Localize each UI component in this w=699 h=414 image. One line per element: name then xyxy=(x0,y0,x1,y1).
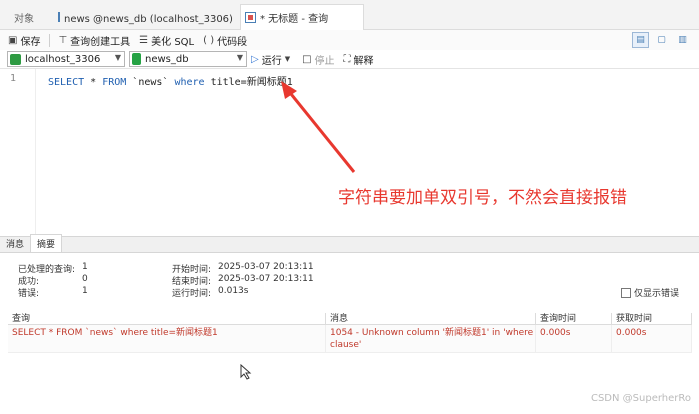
database-value: news_db xyxy=(145,53,189,65)
tab-objects-label: 对象 xyxy=(14,13,34,25)
annotation-arrow-shaft xyxy=(285,88,356,173)
database-select[interactable]: news_db ▼ xyxy=(129,51,247,67)
result-grid: 查询 消息 查询时间 获取时间 SELECT * FROM `news` whe… xyxy=(8,313,692,353)
column-header-query-time[interactable]: 查询时间 xyxy=(536,313,612,325)
grid-header: 查询 消息 查询时间 获取时间 xyxy=(8,313,692,325)
explain-icon: ⛶ xyxy=(343,53,351,65)
tab-news-table[interactable]: news @news_db (localhost_3306) - 表 xyxy=(58,4,236,30)
end-time-value: 2025-03-07 20:13:11 xyxy=(218,274,314,284)
stop-label: 停止 xyxy=(314,55,335,67)
stop-button[interactable]: □ 停止 xyxy=(302,52,334,67)
query-toolbar: ▣ 保存 ⊤ 查询创建工具 ☰ 美化 SQL ( ) 代码段 ▤ ▢ ▥ xyxy=(0,30,699,50)
beautify-sql-label: 美化 SQL xyxy=(151,36,195,48)
split-view-icon[interactable]: ▤ xyxy=(632,32,649,48)
annotation-arrow xyxy=(281,81,356,173)
runtime-label: 运行时间: xyxy=(172,289,212,299)
error-value: 1 xyxy=(82,286,88,296)
stop-icon: □ xyxy=(302,53,312,65)
view-mode-group: ▤ ▢ ▥ xyxy=(628,32,691,48)
connection-bar: localhost_3306 ▼ news_db ▼ ▷ 运行 ▼ □ 停止 ⛶… xyxy=(0,50,699,69)
tab-objects[interactable]: 对象 xyxy=(14,4,48,30)
connection-select[interactable]: localhost_3306 ▼ xyxy=(7,51,125,67)
side-panel-icon[interactable]: ▥ xyxy=(674,32,691,48)
toolbar-divider xyxy=(49,33,51,47)
tab-messages[interactable]: 消息 xyxy=(0,235,30,252)
row-message-cell[interactable]: 1054 - Unknown column '新闻标题1' in 'where … xyxy=(326,325,536,353)
result-tab-bar: 消息 摘要 xyxy=(0,234,699,253)
connection-value: localhost_3306 xyxy=(25,53,101,65)
explain-button[interactable]: ⛶ 解释 xyxy=(344,52,374,67)
chevron-down-icon: ▼ xyxy=(114,53,121,62)
query-icon xyxy=(245,12,256,23)
sql-editor[interactable]: 1 SELECT * FROM `news` where title=新闻标题1… xyxy=(0,69,699,236)
show-errors-only-label: 仅显示错误 xyxy=(634,289,680,299)
query-builder-button[interactable]: ⊤ 查询创建工具 xyxy=(58,33,130,48)
mouse-pointer-shape xyxy=(240,364,252,380)
column-header-fetch-time[interactable]: 获取时间 xyxy=(612,313,692,325)
table-row[interactable]: SELECT * FROM `news` where title=新闻标题1 1… xyxy=(8,325,692,353)
code-snippet-button[interactable]: ( ) 代码段 xyxy=(203,33,247,48)
save-button[interactable]: ▣ 保存 xyxy=(8,33,40,48)
document-tab-bar: 对象 news @news_db (localhost_3306) - 表 * … xyxy=(0,0,699,30)
annotation-note: 字符串要加单双引号，不然会直接报错 xyxy=(338,188,627,208)
save-label: 保存 xyxy=(20,36,41,48)
show-errors-only-checkbox[interactable]: 仅显示错误 xyxy=(621,286,679,299)
run-button[interactable]: ▷ 运行 ▼ xyxy=(251,52,293,67)
runtime-value: 0.013s xyxy=(218,286,249,296)
single-view-icon[interactable]: ▢ xyxy=(653,32,670,48)
row-query-cell[interactable]: SELECT * FROM `news` where title=新闻标题1 xyxy=(8,325,326,353)
tab-summary[interactable]: 摘要 xyxy=(30,234,63,252)
tab-untitled-query[interactable]: * 无标题 - 查询 xyxy=(240,4,364,30)
chevron-down-icon: ▼ xyxy=(284,55,291,63)
summary-panel: 已处理的查询: 1 成功: 0 错误: 1 开始时间: 2025-03-07 2… xyxy=(0,253,699,303)
play-icon: ▷ xyxy=(251,53,259,65)
explain-label: 解释 xyxy=(353,55,374,67)
code-snippet-label: 代码段 xyxy=(217,36,248,48)
beautify-icon: ☰ xyxy=(139,34,149,46)
row-query-time-cell[interactable]: 0.000s xyxy=(536,325,612,353)
beautify-sql-button[interactable]: ☰ 美化 SQL xyxy=(139,33,194,48)
start-time-value: 2025-03-07 20:13:11 xyxy=(218,262,314,272)
column-header-query[interactable]: 查询 xyxy=(8,313,326,325)
tab-query-label: * 无标题 - 查询 xyxy=(260,14,329,25)
processed-value: 1 xyxy=(82,262,88,272)
query-builder-label: 查询创建工具 xyxy=(70,36,131,48)
watermark: CSDN @SuperherRo xyxy=(590,393,691,404)
connection-icon xyxy=(10,53,21,65)
column-header-message[interactable]: 消息 xyxy=(326,313,536,325)
mouse-pointer-icon xyxy=(240,364,252,380)
tab-news-table-label: news @news_db (localhost_3306) - 表 xyxy=(64,13,236,25)
code-snippet-icon: ( ) xyxy=(203,34,215,46)
row-fetch-time-cell[interactable]: 0.000s xyxy=(612,325,692,353)
error-label: 错误: xyxy=(18,289,40,299)
checkbox-box[interactable] xyxy=(621,287,631,298)
query-builder-icon: ⊤ xyxy=(58,34,68,46)
chevron-down-icon: ▼ xyxy=(236,53,243,62)
save-icon: ▣ xyxy=(8,34,18,46)
table-icon xyxy=(58,12,60,22)
success-value: 0 xyxy=(82,274,88,284)
database-icon xyxy=(132,53,141,65)
run-label: 运行 xyxy=(261,55,282,67)
